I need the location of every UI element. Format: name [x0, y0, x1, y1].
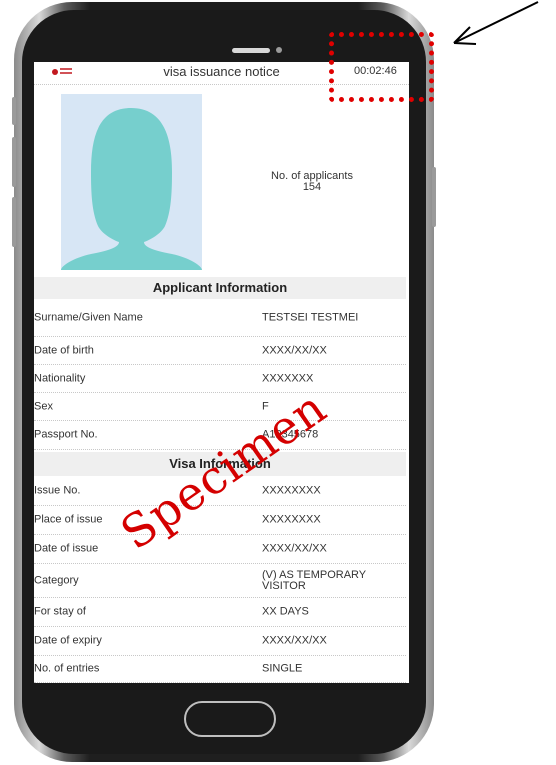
info-row: Category (V) AS TEMPORARY VISITOR: [34, 564, 406, 598]
row-label: Date of expiry: [34, 634, 102, 647]
timer-highlight-box: [329, 32, 434, 102]
row-label: Surname/Given Name: [34, 311, 143, 323]
info-row: Date of expiry XXXX/XX/XX: [34, 627, 406, 656]
speaker-grille: [232, 48, 270, 53]
row-value: TESTSEI TESTMEI: [262, 311, 359, 323]
applicants-count: No. of applicants 154: [252, 171, 372, 193]
row-label: Nationality: [34, 372, 86, 384]
row-label: No. of entries: [34, 662, 100, 675]
silhouette-icon: [61, 108, 202, 270]
row-label: Issue No.: [34, 484, 81, 497]
row-label: Sex: [34, 400, 53, 412]
row-value: XX DAYS: [262, 605, 309, 618]
info-row: Date of issue XXXX/XX/XX: [34, 535, 406, 564]
row-label: Date of birth: [34, 344, 94, 356]
row-value: (V) AS TEMPORARY VISITOR: [262, 568, 366, 592]
info-row: For stay of XX DAYS: [34, 598, 406, 627]
applicant-photo: [61, 94, 202, 270]
side-button: [12, 97, 16, 125]
side-button: [12, 137, 16, 187]
row-label: For stay of: [34, 605, 86, 618]
applicant-info-heading: Applicant Information: [34, 277, 406, 299]
info-row: Nationality XXXXXXX: [34, 365, 406, 393]
row-value: XXXX/XX/XX: [262, 542, 327, 555]
front-camera: [276, 47, 282, 53]
info-row: Date of birth XXXX/XX/XX: [34, 337, 406, 365]
row-value: XXXX/XX/XX: [262, 344, 327, 356]
side-button: [12, 197, 16, 247]
row-label: Category: [34, 574, 79, 586]
row-value: XXXXXXX: [262, 372, 314, 384]
info-row: Place of issue XXXXXXXX: [34, 506, 406, 535]
applicants-number: 154: [302, 181, 322, 193]
row-value: XXXXXXXX: [262, 484, 321, 497]
info-row: Surname/Given Name TESTSEI TESTMEI: [34, 299, 406, 337]
side-button: [432, 167, 436, 227]
phone-screen: visa issuance notice 00:02:46 No. of app…: [34, 62, 409, 683]
row-value: XXXX/XX/XX: [262, 634, 327, 647]
info-row: No. of entries SINGLE: [34, 656, 406, 683]
row-label: Passport No.: [34, 428, 98, 441]
row-value: SINGLE: [262, 662, 303, 675]
info-row: Sex F: [34, 393, 406, 421]
pointer-arrow-icon: [453, 1, 539, 45]
row-value: XXXXXXXX: [262, 513, 321, 526]
home-button[interactable]: [184, 701, 276, 737]
